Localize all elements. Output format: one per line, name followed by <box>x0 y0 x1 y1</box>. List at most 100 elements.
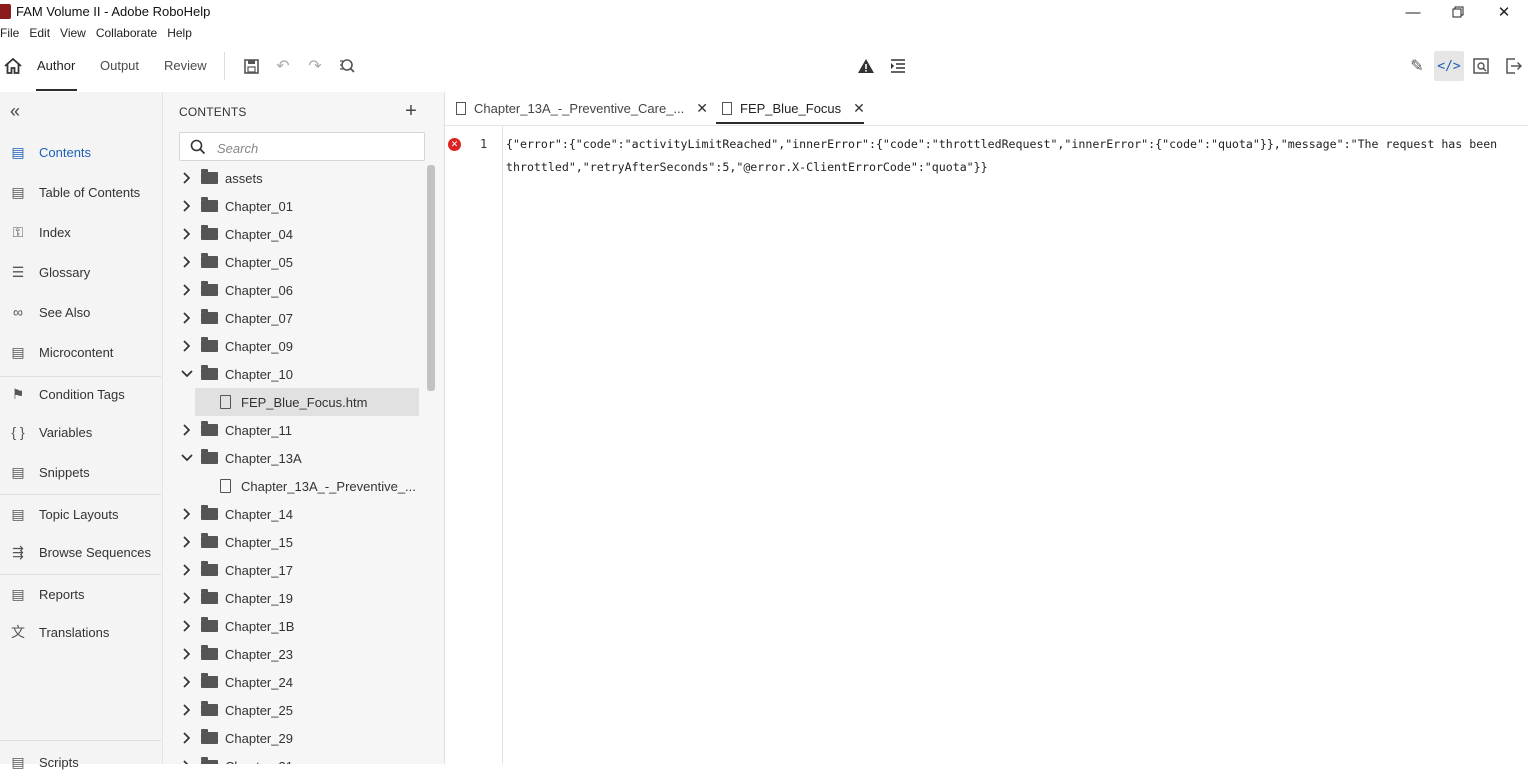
undo-button[interactable]: ↶ <box>272 55 294 77</box>
code-line-wrap[interactable]: throttled","retryAfterSeconds":5,"@error… <box>506 160 988 174</box>
folder-icon <box>201 617 218 632</box>
chevron-right-icon[interactable] <box>180 199 194 213</box>
tree-folder-item[interactable]: Chapter_01 <box>163 192 425 220</box>
tree-folder-item[interactable]: Chapter_05 <box>163 248 425 276</box>
nav-variables[interactable]: { } Variables <box>0 414 161 450</box>
chevron-down-icon[interactable] <box>180 451 194 465</box>
nav-topic-layouts[interactable]: ▤ Topic Layouts <box>0 496 161 532</box>
chevron-right-icon[interactable] <box>180 731 194 745</box>
nav-microcontent[interactable]: ▤ Microcontent <box>0 334 161 370</box>
tree-folder-item[interactable]: Chapter_13A <box>163 444 425 472</box>
tree-folder-item[interactable]: Chapter_24 <box>163 668 425 696</box>
tree-folder-item[interactable]: Chapter_29 <box>163 724 425 752</box>
chevron-right-icon[interactable] <box>180 759 194 764</box>
chevron-right-icon[interactable] <box>180 535 194 549</box>
nav-index[interactable]: ⚿ Index <box>0 214 161 250</box>
restore-button[interactable] <box>1435 0 1481 24</box>
collapse-panel-button[interactable]: « <box>10 101 20 122</box>
chevron-right-icon[interactable] <box>180 339 194 353</box>
chevron-right-icon[interactable] <box>180 591 194 605</box>
menu-file[interactable]: File <box>0 24 25 42</box>
nav-browse-sequences[interactable]: ⇶ Browse Sequences <box>0 534 161 570</box>
nav-table-of-contents[interactable]: ▤ Table of Contents <box>0 174 161 210</box>
tree-item-label: Chapter_09 <box>225 338 293 354</box>
tree-folder-item[interactable]: Chapter_04 <box>163 220 425 248</box>
tab-review[interactable]: Review <box>164 58 207 73</box>
nav-contents[interactable]: ▤ Contents <box>0 134 161 170</box>
tree-folder-item[interactable]: Chapter_31 <box>163 752 425 764</box>
find-replace-button[interactable] <box>336 55 358 77</box>
source-view-button[interactable]: </> <box>1434 51 1464 81</box>
chevron-right-icon[interactable] <box>180 255 194 269</box>
tree-folder-item[interactable]: Chapter_09 <box>163 332 425 360</box>
chevron-right-icon[interactable] <box>180 283 194 297</box>
nav-condition-tags[interactable]: ⚑ Condition Tags <box>0 376 161 412</box>
error-icon[interactable]: ✕ <box>448 138 461 151</box>
tree-folder-item[interactable]: Chapter_1B <box>163 612 425 640</box>
edit-mode-button[interactable]: ✎ <box>1406 55 1428 77</box>
chevron-right-icon[interactable] <box>180 423 194 437</box>
chevron-right-icon[interactable] <box>180 703 194 717</box>
chevron-right-icon[interactable] <box>180 647 194 661</box>
tree-folder-item[interactable]: assets <box>163 164 425 192</box>
tree-folder-item[interactable]: Chapter_06 <box>163 276 425 304</box>
chevron-right-icon[interactable] <box>180 675 194 689</box>
robohelp-logo-icon <box>0 4 11 19</box>
braces-icon: { } <box>11 424 25 440</box>
home-button[interactable] <box>2 55 24 77</box>
warnings-button[interactable] <box>855 55 877 77</box>
warning-icon <box>858 59 874 73</box>
chevron-right-icon[interactable] <box>180 507 194 521</box>
tree-file-item[interactable]: FEP_Blue_Focus.htm <box>195 388 419 416</box>
tab-output[interactable]: Output <box>100 58 139 73</box>
code-line[interactable]: {"error":{"code":"activityLimitReached",… <box>506 137 1497 151</box>
indent-button[interactable] <box>887 55 909 77</box>
nav-reports[interactable]: ▤ Reports <box>0 576 161 612</box>
save-button[interactable] <box>240 55 262 77</box>
tab-author[interactable]: Author <box>37 58 75 73</box>
tab-chapter-13a[interactable]: Chapter_13A_-_Preventive_Care_... ✕ <box>456 92 708 125</box>
tree-folder-item[interactable]: Chapter_25 <box>163 696 425 724</box>
line-number: 1 <box>480 137 488 151</box>
export-icon <box>1505 58 1522 74</box>
menu-help[interactable]: Help <box>167 24 198 42</box>
chevron-right-icon[interactable] <box>180 311 194 325</box>
preview-button[interactable] <box>1470 55 1492 77</box>
nav-translations[interactable]: 文 Translations <box>0 614 161 650</box>
nav-see-also[interactable]: ∞ See Also <box>0 294 161 330</box>
tree-folder-item[interactable]: Chapter_10 <box>163 360 425 388</box>
chevron-right-icon[interactable] <box>180 171 194 185</box>
nav-snippets[interactable]: ▤ Snippets <box>0 454 161 490</box>
tab-fep-blue-focus[interactable]: FEP_Blue_Focus ✕ <box>722 92 865 125</box>
close-tab-icon[interactable]: ✕ <box>696 100 708 117</box>
tree-scrollbar[interactable] <box>427 165 435 391</box>
chevron-right-icon[interactable] <box>180 227 194 241</box>
menu-edit[interactable]: Edit <box>29 24 56 42</box>
redo-button[interactable]: ↷ <box>304 55 326 77</box>
tree-folder-item[interactable]: Chapter_17 <box>163 556 425 584</box>
close-window-button[interactable]: ✕ <box>1481 0 1527 24</box>
add-button[interactable]: + <box>401 101 421 121</box>
tree-folder-item[interactable]: Chapter_23 <box>163 640 425 668</box>
toolbar-divider <box>224 52 225 80</box>
nav-glossary[interactable]: ☰ Glossary <box>0 254 161 290</box>
chevron-right-icon[interactable] <box>180 563 194 577</box>
nav-scripts[interactable]: ▤ Scripts <box>0 744 161 780</box>
tree-folder-item[interactable]: Chapter_11 <box>163 416 425 444</box>
search-input[interactable] <box>215 136 419 160</box>
tree-file-item[interactable]: Chapter_13A_-_Preventive_... <box>163 472 425 500</box>
close-tab-icon[interactable]: ✕ <box>853 100 865 117</box>
chevron-down-icon[interactable] <box>180 367 194 381</box>
chevron-right-icon[interactable] <box>180 619 194 633</box>
minimize-button[interactable]: — <box>1390 0 1436 24</box>
tree-folder-item[interactable]: Chapter_15 <box>163 528 425 556</box>
tree-folder-item[interactable]: Chapter_14 <box>163 500 425 528</box>
plus-icon: + <box>405 100 417 122</box>
export-button[interactable] <box>1502 55 1524 77</box>
tree-folder-item[interactable]: Chapter_19 <box>163 584 425 612</box>
menu-collaborate[interactable]: Collaborate <box>96 24 163 42</box>
tree-folder-item[interactable]: Chapter_07 <box>163 304 425 332</box>
menu-view[interactable]: View <box>60 24 92 42</box>
link-icon: ∞ <box>13 304 23 320</box>
source-editor[interactable] <box>445 126 1528 764</box>
